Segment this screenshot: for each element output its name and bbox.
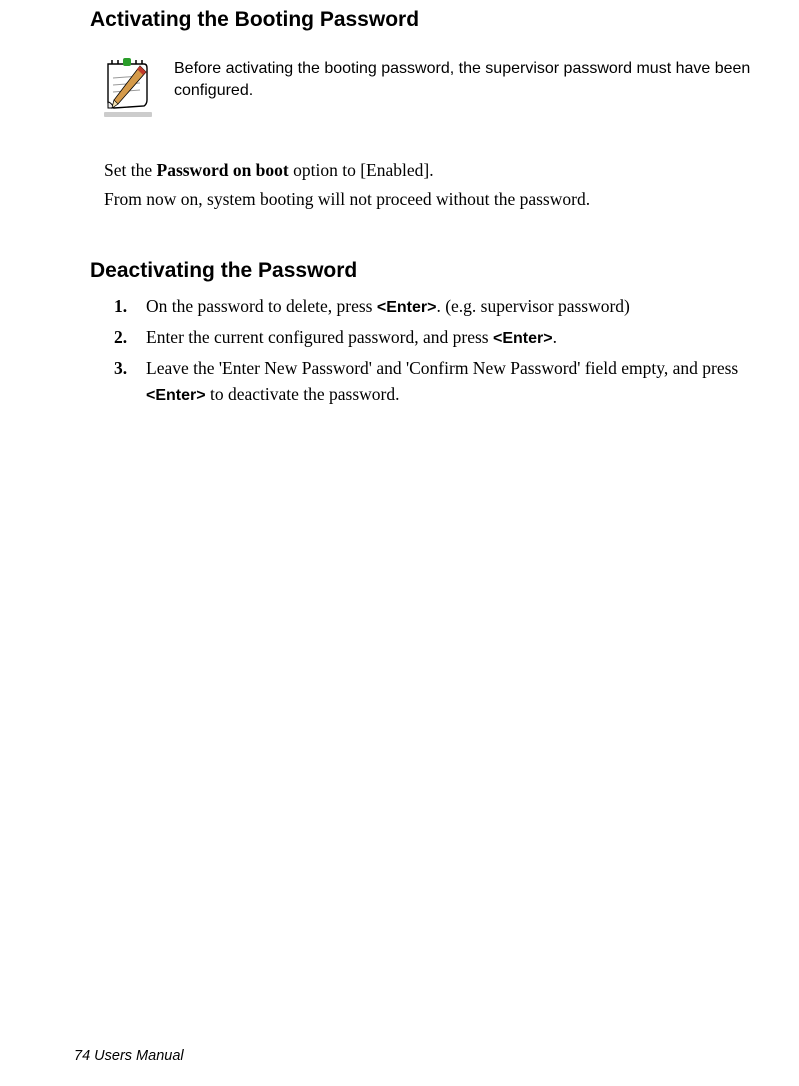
note-block: Before activating the booting password, … — [104, 58, 780, 114]
step-body: Enter the current configured password, a… — [146, 324, 780, 351]
step-number: 2. — [114, 324, 132, 351]
step-body: On the password to delete, press <Enter>… — [146, 293, 780, 320]
step-number: 3. — [114, 355, 132, 408]
step-body: Leave the 'Enter New Password' and 'Conf… — [146, 355, 780, 408]
page-footer: 74 Users Manual — [74, 1048, 184, 1064]
list-item: 2. Enter the current configured password… — [114, 324, 780, 351]
body-paragraph-1: Set the Password on boot option to [Enab… — [104, 158, 780, 183]
list-item: 1. On the password to delete, press <Ent… — [114, 293, 780, 320]
body-paragraph-2: From now on, system booting will not pro… — [104, 187, 780, 212]
step-number: 1. — [114, 293, 132, 320]
note-text: Before activating the booting password, … — [174, 58, 780, 114]
heading-deactivating: Deactivating the Password — [90, 259, 780, 283]
steps-list: 1. On the password to delete, press <Ent… — [114, 293, 780, 408]
list-item: 3. Leave the 'Enter New Password' and 'C… — [114, 355, 780, 408]
note-icon — [104, 58, 152, 114]
heading-activating: Activating the Booting Password — [90, 8, 780, 32]
